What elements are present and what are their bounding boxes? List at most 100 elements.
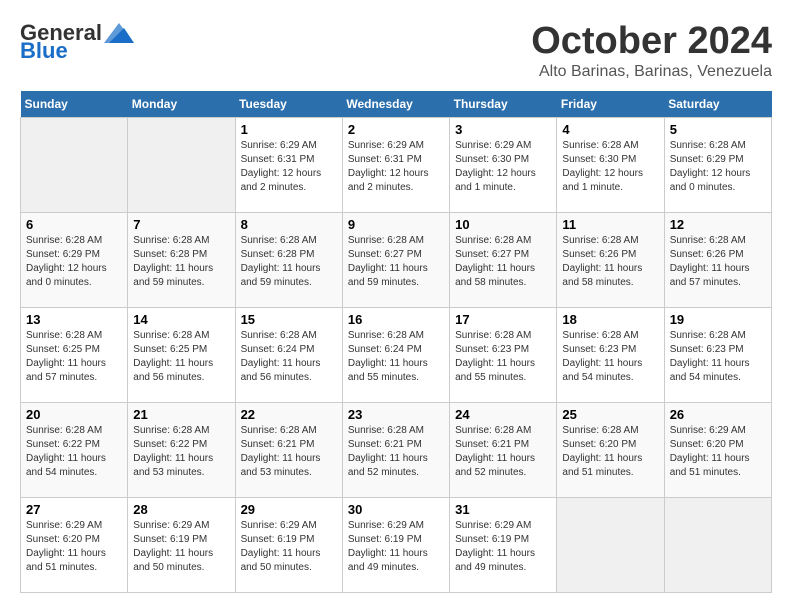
day-number: 26 [670, 407, 766, 422]
day-info: Sunrise: 6:28 AM Sunset: 6:21 PM Dayligh… [241, 424, 337, 480]
weekday-header-thursday: Thursday [450, 91, 557, 118]
day-info: Sunrise: 6:28 AM Sunset: 6:26 PM Dayligh… [670, 234, 766, 290]
calendar-cell: 12 Sunrise: 6:28 AM Sunset: 6:26 PM Dayli… [664, 213, 771, 308]
day-number: 31 [455, 502, 551, 517]
day-info: Sunrise: 6:28 AM Sunset: 6:21 PM Dayligh… [348, 424, 444, 480]
day-number: 19 [670, 312, 766, 327]
calendar-cell: 27Sunrise: 6:29 AM Sunset: 6:20 PM Dayli… [21, 498, 128, 593]
day-number: 21 [133, 407, 229, 422]
day-number: 9 [348, 217, 444, 232]
day-number: 3 [455, 122, 551, 137]
calendar-table: SundayMondayTuesdayWednesdayThursdayFrid… [20, 91, 772, 593]
weekday-header-tuesday: Tuesday [235, 91, 342, 118]
day-number: 28 [133, 502, 229, 517]
calendar-cell [21, 118, 128, 213]
calendar-cell: 3 Sunrise: 6:29 AM Sunset: 6:30 PM Daylig… [450, 118, 557, 213]
calendar-cell: 31Sunrise: 6:29 AM Sunset: 6:19 PM Dayli… [450, 498, 557, 593]
day-info: Sunrise: 6:28 AM Sunset: 6:26 PM Dayligh… [562, 234, 658, 290]
day-number: 17 [455, 312, 551, 327]
page-header: General Blue October 2024 Alto Barinas, … [20, 20, 772, 81]
day-number: 2 [348, 122, 444, 137]
day-number: 1 [241, 122, 337, 137]
calendar-cell: 24 Sunrise: 6:28 AM Sunset: 6:21 PM Dayli… [450, 403, 557, 498]
calendar-cell: 28 Sunrise: 6:29 AM Sunset: 6:19 PM Dayli… [128, 498, 235, 593]
weekday-header-row: SundayMondayTuesdayWednesdayThursdayFrid… [21, 91, 772, 118]
day-number: 30 [348, 502, 444, 517]
day-info: Sunrise: 6:28 AM Sunset: 6:28 PM Dayligh… [133, 234, 229, 290]
day-info: Sunrise: 6:29 AM Sunset: 6:19 PM Dayligh… [133, 519, 229, 575]
week-row-4: 20 Sunrise: 6:28 AM Sunset: 6:22 PM Dayli… [21, 403, 772, 498]
calendar-cell: 9 Sunrise: 6:28 AM Sunset: 6:27 PM Daylig… [342, 213, 449, 308]
calendar-cell: 26 Sunrise: 6:29 AM Sunset: 6:20 PM Dayli… [664, 403, 771, 498]
day-info: Sunrise: 6:28 AM Sunset: 6:24 PM Dayligh… [348, 329, 444, 385]
week-row-2: 6Sunrise: 6:28 AM Sunset: 6:29 PM Daylig… [21, 213, 772, 308]
day-info: Sunrise: 6:29 AM Sunset: 6:19 PM Dayligh… [241, 519, 337, 575]
day-number: 7 [133, 217, 229, 232]
calendar-cell: 25Sunrise: 6:28 AM Sunset: 6:20 PM Dayli… [557, 403, 664, 498]
day-info: Sunrise: 6:28 AM Sunset: 6:22 PM Dayligh… [26, 424, 122, 480]
calendar-cell: 13 Sunrise: 6:28 AM Sunset: 6:25 PM Dayli… [21, 308, 128, 403]
day-number: 13 [26, 312, 122, 327]
day-number: 24 [455, 407, 551, 422]
day-info: Sunrise: 6:29 AM Sunset: 6:30 PM Dayligh… [455, 139, 551, 195]
day-number: 23 [348, 407, 444, 422]
day-info: Sunrise: 6:28 AM Sunset: 6:24 PM Dayligh… [241, 329, 337, 385]
day-info: Sunrise: 6:28 AM Sunset: 6:23 PM Dayligh… [562, 329, 658, 385]
title-section: October 2024 Alto Barinas, Barinas, Vene… [531, 20, 772, 81]
day-number: 15 [241, 312, 337, 327]
calendar-cell: 21Sunrise: 6:28 AM Sunset: 6:22 PM Dayli… [128, 403, 235, 498]
calendar-cell: 4Sunrise: 6:28 AM Sunset: 6:30 PM Daylig… [557, 118, 664, 213]
calendar-cell: 1Sunrise: 6:29 AM Sunset: 6:31 PM Daylig… [235, 118, 342, 213]
day-number: 6 [26, 217, 122, 232]
calendar-cell [664, 498, 771, 593]
day-info: Sunrise: 6:29 AM Sunset: 6:31 PM Dayligh… [348, 139, 444, 195]
calendar-cell: 14 Sunrise: 6:28 AM Sunset: 6:25 PM Dayli… [128, 308, 235, 403]
calendar-cell: 29 Sunrise: 6:29 AM Sunset: 6:19 PM Dayli… [235, 498, 342, 593]
day-number: 16 [348, 312, 444, 327]
calendar-cell: 19 Sunrise: 6:28 AM Sunset: 6:23 PM Dayli… [664, 308, 771, 403]
day-info: Sunrise: 6:28 AM Sunset: 6:28 PM Dayligh… [241, 234, 337, 290]
day-info: Sunrise: 6:29 AM Sunset: 6:20 PM Dayligh… [670, 424, 766, 480]
day-number: 14 [133, 312, 229, 327]
day-number: 4 [562, 122, 658, 137]
calendar-cell [557, 498, 664, 593]
calendar-cell [128, 118, 235, 213]
day-info: Sunrise: 6:29 AM Sunset: 6:19 PM Dayligh… [348, 519, 444, 575]
calendar-cell: 16 Sunrise: 6:28 AM Sunset: 6:24 PM Dayli… [342, 308, 449, 403]
logo-icon [104, 23, 134, 43]
day-number: 5 [670, 122, 766, 137]
week-row-3: 13 Sunrise: 6:28 AM Sunset: 6:25 PM Dayli… [21, 308, 772, 403]
day-info: Sunrise: 6:28 AM Sunset: 6:23 PM Dayligh… [455, 329, 551, 385]
calendar-cell: 30 Sunrise: 6:29 AM Sunset: 6:19 PM Dayli… [342, 498, 449, 593]
calendar-cell: 5 Sunrise: 6:28 AM Sunset: 6:29 PM Daylig… [664, 118, 771, 213]
day-info: Sunrise: 6:28 AM Sunset: 6:27 PM Dayligh… [455, 234, 551, 290]
day-number: 10 [455, 217, 551, 232]
calendar-cell: 8Sunrise: 6:28 AM Sunset: 6:28 PM Daylig… [235, 213, 342, 308]
calendar-cell: 2 Sunrise: 6:29 AM Sunset: 6:31 PM Daylig… [342, 118, 449, 213]
day-info: Sunrise: 6:28 AM Sunset: 6:29 PM Dayligh… [670, 139, 766, 195]
calendar-cell: 17 Sunrise: 6:28 AM Sunset: 6:23 PM Dayli… [450, 308, 557, 403]
day-number: 25 [562, 407, 658, 422]
weekday-header-saturday: Saturday [664, 91, 771, 118]
calendar-cell: 20 Sunrise: 6:28 AM Sunset: 6:22 PM Dayli… [21, 403, 128, 498]
week-row-5: 27Sunrise: 6:29 AM Sunset: 6:20 PM Dayli… [21, 498, 772, 593]
day-number: 18 [562, 312, 658, 327]
calendar-cell: 6Sunrise: 6:28 AM Sunset: 6:29 PM Daylig… [21, 213, 128, 308]
day-info: Sunrise: 6:28 AM Sunset: 6:21 PM Dayligh… [455, 424, 551, 480]
day-info: Sunrise: 6:28 AM Sunset: 6:23 PM Dayligh… [670, 329, 766, 385]
calendar-cell: 15 Sunrise: 6:28 AM Sunset: 6:24 PM Dayli… [235, 308, 342, 403]
day-info: Sunrise: 6:28 AM Sunset: 6:25 PM Dayligh… [133, 329, 229, 385]
day-info: Sunrise: 6:28 AM Sunset: 6:25 PM Dayligh… [26, 329, 122, 385]
month-title: October 2024 [531, 20, 772, 63]
day-number: 27 [26, 502, 122, 517]
logo: General Blue [20, 20, 134, 64]
weekday-header-friday: Friday [557, 91, 664, 118]
day-number: 20 [26, 407, 122, 422]
day-number: 29 [241, 502, 337, 517]
logo-blue: Blue [20, 38, 68, 64]
calendar-cell: 10 Sunrise: 6:28 AM Sunset: 6:27 PM Dayli… [450, 213, 557, 308]
day-info: Sunrise: 6:28 AM Sunset: 6:27 PM Dayligh… [348, 234, 444, 290]
day-number: 12 [670, 217, 766, 232]
day-number: 11 [562, 217, 658, 232]
weekday-header-sunday: Sunday [21, 91, 128, 118]
